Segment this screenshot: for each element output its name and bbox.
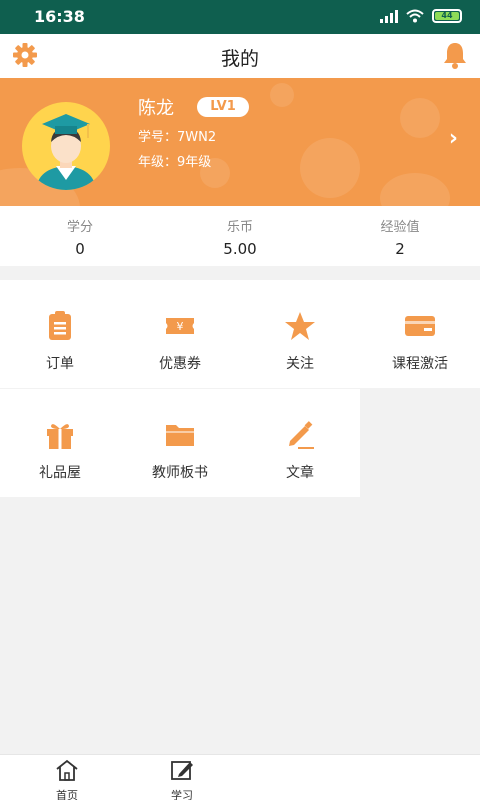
svg-text:¥: ¥ [177,320,184,333]
chevron-right-icon[interactable]: › [449,126,458,151]
stat-label: 经验值 [380,220,420,235]
menu-label: 教师板书 [152,465,208,481]
menu-label: 优惠券 [159,356,201,372]
status-icons: 44 [380,9,462,23]
student-id: 学号：7WN2 [138,130,217,145]
stat-label: 乐币 [226,220,253,235]
menu-label: 订单 [46,356,74,372]
menu-item-teacher-notes[interactable]: 教师板书 [120,389,240,497]
edit-icon [171,761,193,780]
grade-label: 年级：9年级 [138,155,212,170]
avatar [22,102,110,190]
menu-item-gift-house[interactable]: 礼品屋 [0,389,120,497]
menu-item-articles[interactable]: 文章 [240,389,360,497]
graduate-avatar-icon [36,114,96,190]
stat-credits[interactable]: 学分 0 [0,206,160,266]
battery-level: 44 [435,12,459,20]
stats-bar: 学分 0 乐币 5.00 经验值 2 [0,206,480,266]
profile-banner[interactable]: 陈龙 LV1 学号：7WN2 年级：9年级 › [0,78,480,206]
stat-value: 2 [395,240,405,258]
clipboard-icon [49,311,71,340]
tab-bar: 首页 学习 [0,754,480,800]
battery-icon: 44 [432,9,462,23]
status-time: 16:38 [34,7,85,26]
status-bar: 16:38 44 [0,0,480,34]
menu-label: 礼品屋 [39,465,81,481]
home-icon [56,759,78,781]
folder-icon [166,425,194,446]
bell-icon[interactable] [442,41,468,69]
stat-experience[interactable]: 经验值 2 [320,206,480,266]
top-bar: 我的 [0,34,480,78]
stat-coins[interactable]: 乐币 5.00 [160,206,320,266]
tab-label: 学习 [171,789,193,800]
menu-label: 文章 [286,465,314,481]
function-grid: 订单 ¥ 优惠券 关注 课程激活 礼品屋 教师板书 文章 [0,280,480,497]
grid-placeholder [360,389,480,497]
menu-item-orders[interactable]: 订单 [0,280,120,388]
coupon-icon: ¥ [166,318,194,334]
star-icon [285,312,315,340]
card-icon [405,316,435,336]
tab-home[interactable]: 首页 [37,759,97,800]
menu-label: 关注 [286,356,314,372]
stat-value: 5.00 [223,240,257,258]
gift-icon [47,424,73,449]
menu-item-course-activation[interactable]: 课程激活 [360,280,480,388]
tab-study[interactable]: 学习 [152,759,212,800]
user-name: 陈龙 [138,98,174,119]
menu-item-coupons[interactable]: ¥ 优惠券 [120,280,240,388]
menu-item-follow[interactable]: 关注 [240,280,360,388]
tab-label: 首页 [56,789,78,800]
wifi-icon [406,9,424,23]
stat-value: 0 [75,240,85,258]
signal-icon [380,9,398,23]
stat-label: 学分 [66,220,93,235]
level-badge: LV1 [197,97,249,117]
pencil-icon [289,421,314,449]
menu-label: 课程激活 [392,356,448,372]
page-title: 我的 [220,48,259,70]
